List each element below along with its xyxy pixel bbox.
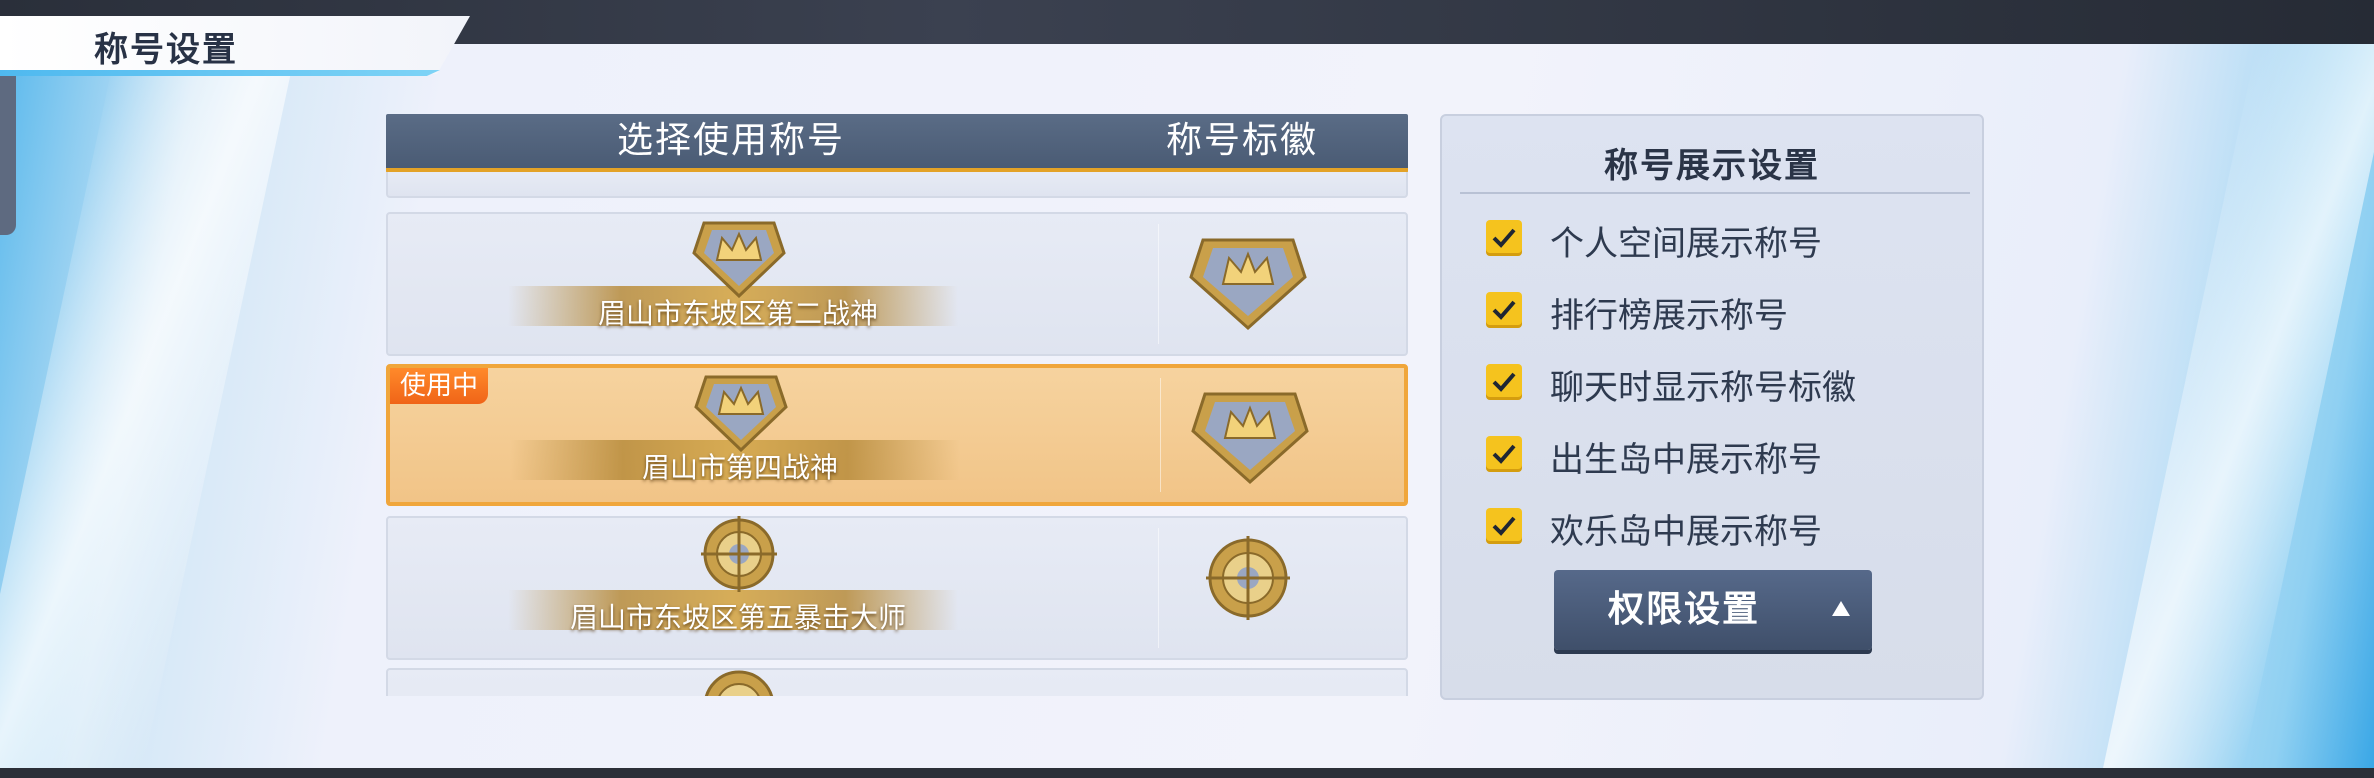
row-divider: [1158, 528, 1159, 648]
list-item-partial-bottom[interactable]: [386, 668, 1408, 696]
list-item-partial-top[interactable]: [386, 172, 1408, 198]
target-badge-icon: [701, 516, 777, 592]
check-icon: [1492, 228, 1516, 248]
checkbox-checked[interactable]: [1486, 436, 1522, 472]
crown-badge-icon: [1191, 392, 1309, 485]
triangle-up-icon: [1832, 601, 1850, 616]
settings-title: 称号展示设置: [1604, 146, 1820, 186]
bottom-background: [0, 768, 2374, 778]
page-title: 称号设置: [94, 30, 238, 70]
crown-badge-icon: [1189, 238, 1307, 331]
title-list[interactable]: 眉山市东坡区第二战神 眉山市第四战神 使用中 眉山市东坡区第五暴击大师: [386, 172, 1408, 696]
option-label: 排行榜展示称号: [1550, 296, 1788, 336]
option-label: 聊天时显示称号标徽: [1550, 368, 1856, 408]
row-divider: [1160, 378, 1161, 492]
crown-badge-icon: [692, 221, 786, 298]
option-label: 个人空间展示称号: [1550, 224, 1822, 264]
row-divider: [1158, 224, 1159, 344]
title-row-2-active[interactable]: 眉山市第四战神 使用中: [386, 364, 1408, 506]
permission-settings-button[interactable]: 权限设置: [1554, 570, 1872, 650]
option-label: 出生岛中展示称号: [1550, 440, 1822, 480]
check-icon: [1492, 372, 1516, 392]
in-use-tag: 使用中: [390, 368, 489, 404]
check-icon: [1492, 300, 1516, 320]
header-select-title: 选择使用称号: [616, 120, 845, 161]
title-text: 眉山市东坡区第五暴击大师: [569, 601, 906, 634]
option-label: 欢乐岛中展示称号: [1550, 512, 1822, 552]
target-badge-icon: [704, 670, 774, 696]
divider: [1460, 192, 1970, 194]
checkbox-checked[interactable]: [1486, 220, 1522, 256]
checkbox-checked[interactable]: [1486, 508, 1522, 544]
checkbox-checked[interactable]: [1486, 292, 1522, 328]
target-badge-icon: [1206, 536, 1290, 620]
title-list-header: 选择使用称号 称号标徽: [386, 114, 1408, 173]
checkbox-checked[interactable]: [1486, 364, 1522, 400]
title-text: 眉山市第四战神: [641, 451, 838, 484]
check-icon: [1492, 516, 1516, 536]
title-text: 眉山市东坡区第二战神: [597, 297, 878, 330]
title-row-3[interactable]: 眉山市东坡区第五暴击大师: [386, 516, 1408, 660]
title-display-settings: 称号展示设置 个人空间展示称号 排行榜展示称号 聊天时显示称号标徽 出生岛中展示…: [1440, 114, 1984, 700]
title-row-1[interactable]: 眉山市东坡区第二战神: [386, 212, 1408, 356]
header-title-emblem: 称号标徽: [1165, 120, 1318, 161]
permission-settings-label: 权限设置: [1607, 589, 1760, 630]
crown-badge-icon: [694, 375, 788, 452]
check-icon: [1492, 444, 1516, 464]
